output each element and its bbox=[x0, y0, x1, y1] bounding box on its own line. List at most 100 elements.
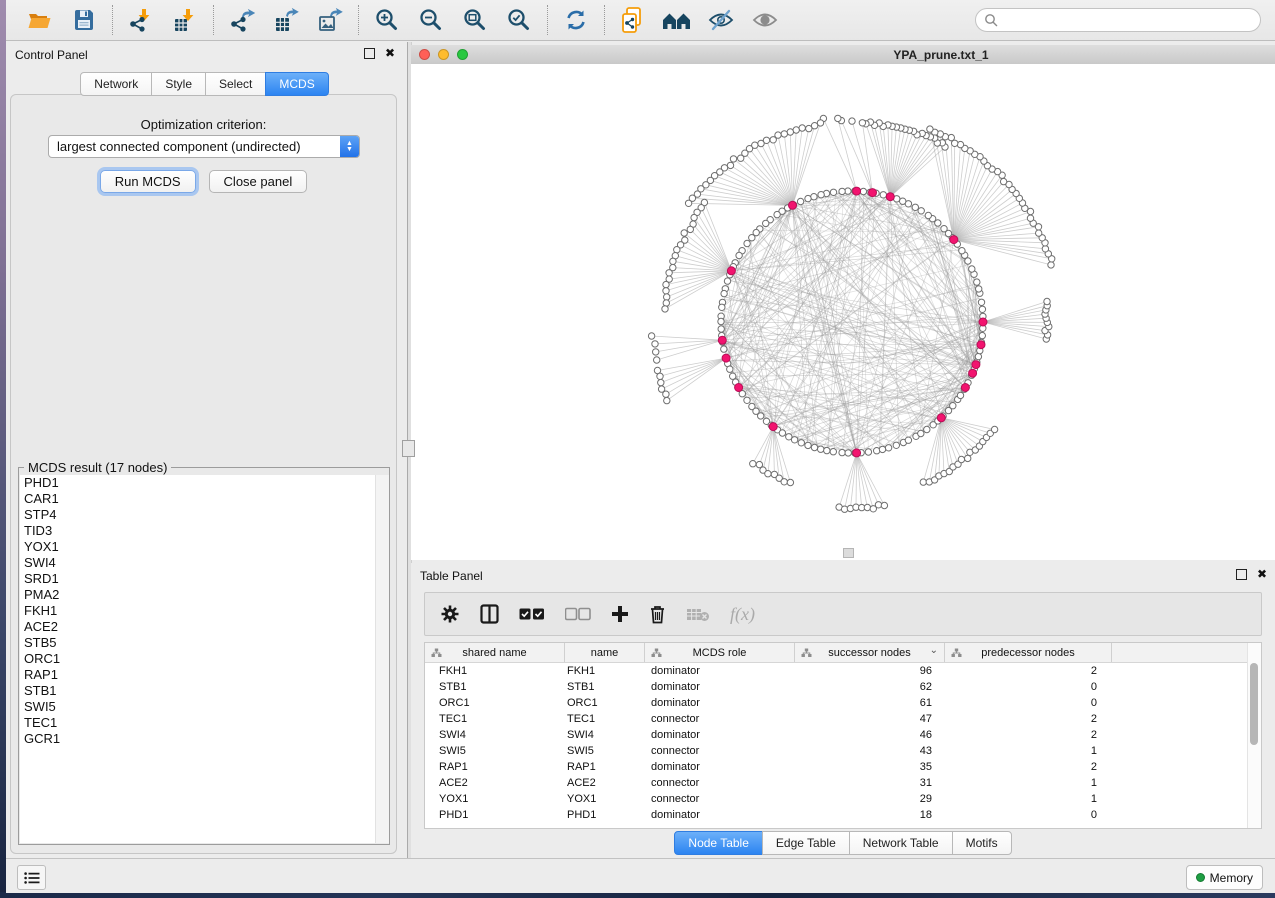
node[interactable] bbox=[925, 212, 931, 218]
tab-network[interactable]: Network bbox=[80, 72, 152, 96]
leaf-node[interactable] bbox=[806, 125, 812, 131]
mcds-result-item[interactable]: PMA2 bbox=[20, 587, 388, 603]
mcds-result-item[interactable]: CAR1 bbox=[20, 491, 388, 507]
mcds-node[interactable] bbox=[769, 423, 777, 431]
leaf-node[interactable] bbox=[658, 379, 664, 385]
table-row[interactable]: YOX1YOX1connector291 bbox=[425, 791, 1261, 807]
mcds-result-item[interactable]: ORC1 bbox=[20, 651, 388, 667]
node[interactable] bbox=[797, 198, 803, 204]
leaf-node[interactable] bbox=[864, 504, 870, 510]
leaf-node[interactable] bbox=[1042, 246, 1048, 252]
leaf-node[interactable] bbox=[691, 214, 697, 220]
node[interactable] bbox=[860, 188, 866, 194]
node[interactable] bbox=[811, 444, 817, 450]
leaf-node[interactable] bbox=[781, 479, 787, 485]
node[interactable] bbox=[744, 240, 750, 246]
node[interactable] bbox=[950, 403, 956, 409]
show-all-eye-icon[interactable] bbox=[747, 4, 783, 36]
mcds-node[interactable] bbox=[979, 318, 987, 326]
leaf-node[interactable] bbox=[730, 156, 736, 162]
node[interactable] bbox=[880, 192, 886, 198]
mcds-node[interactable] bbox=[886, 193, 894, 201]
run-mcds-button[interactable]: Run MCDS bbox=[100, 170, 196, 193]
leaf-node[interactable] bbox=[758, 140, 764, 146]
leaf-node[interactable] bbox=[681, 230, 687, 236]
leaf-node[interactable] bbox=[1044, 298, 1050, 304]
node[interactable] bbox=[724, 278, 730, 284]
mcds-result-item[interactable]: SWI5 bbox=[20, 699, 388, 715]
node[interactable] bbox=[749, 235, 755, 241]
zoom-fit-icon[interactable] bbox=[457, 4, 493, 36]
task-history-button[interactable] bbox=[17, 865, 46, 890]
node[interactable] bbox=[805, 442, 811, 448]
save-session-icon[interactable] bbox=[66, 4, 102, 36]
zoom-selected-icon[interactable] bbox=[501, 4, 537, 36]
open-ndex-icon[interactable] bbox=[615, 4, 651, 36]
leaf-node[interactable] bbox=[663, 391, 669, 397]
import-network-icon[interactable] bbox=[123, 4, 159, 36]
mcds-node[interactable] bbox=[969, 369, 977, 377]
node[interactable] bbox=[830, 189, 836, 195]
zoom-out-icon[interactable] bbox=[413, 4, 449, 36]
node[interactable] bbox=[957, 392, 963, 398]
zoom-in-icon[interactable] bbox=[369, 4, 405, 36]
leaf-node[interactable] bbox=[1048, 262, 1054, 268]
table-row[interactable]: TEC1TEC1connector472 bbox=[425, 711, 1261, 727]
mcds-node[interactable] bbox=[718, 336, 726, 344]
leaf-node[interactable] bbox=[787, 129, 793, 135]
tab-node-table[interactable]: Node Table bbox=[674, 831, 763, 855]
mcds-result-item[interactable]: PHD1 bbox=[20, 475, 388, 491]
leaf-node[interactable] bbox=[750, 461, 756, 467]
export-network-icon[interactable] bbox=[224, 4, 260, 36]
close-panel-icon[interactable]: ✖ bbox=[385, 49, 395, 58]
node[interactable] bbox=[918, 208, 924, 214]
node[interactable] bbox=[779, 430, 785, 436]
mcds-node[interactable] bbox=[961, 384, 969, 392]
leaf-node[interactable] bbox=[663, 300, 669, 306]
close-window-button[interactable] bbox=[419, 49, 430, 60]
leaf-node[interactable] bbox=[817, 120, 823, 126]
node[interactable] bbox=[839, 449, 845, 455]
mcds-result-item[interactable]: ACE2 bbox=[20, 619, 388, 635]
maximize-window-button[interactable] bbox=[457, 49, 468, 60]
mcds-result-item[interactable]: SWI4 bbox=[20, 555, 388, 571]
leaf-node[interactable] bbox=[664, 294, 670, 300]
leaf-node[interactable] bbox=[881, 502, 887, 508]
node[interactable] bbox=[718, 326, 724, 332]
first-neighbors-icon[interactable] bbox=[659, 4, 695, 36]
mcds-node[interactable] bbox=[853, 449, 861, 457]
node[interactable] bbox=[959, 248, 965, 254]
column-header-shared-name[interactable]: shared name bbox=[425, 643, 565, 662]
leaf-node[interactable] bbox=[920, 479, 926, 485]
leaf-node[interactable] bbox=[1036, 230, 1042, 236]
mcds-node[interactable] bbox=[950, 236, 958, 244]
table-row[interactable]: RAP1RAP1dominator352 bbox=[425, 759, 1261, 775]
mcds-result-item[interactable]: STB1 bbox=[20, 683, 388, 699]
mcds-node[interactable] bbox=[869, 189, 877, 197]
mcds-node[interactable] bbox=[722, 354, 730, 362]
horizontal-splitter-handle[interactable] bbox=[843, 548, 854, 558]
minimize-window-button[interactable] bbox=[438, 49, 449, 60]
search-input[interactable] bbox=[1003, 12, 1260, 28]
mcds-node[interactable] bbox=[977, 341, 985, 349]
leaf-node[interactable] bbox=[666, 270, 672, 276]
column-header-name[interactable]: name bbox=[565, 643, 645, 662]
tab-select[interactable]: Select bbox=[205, 72, 266, 96]
leaf-node[interactable] bbox=[663, 288, 669, 294]
mcds-node[interactable] bbox=[789, 201, 797, 209]
table-row[interactable]: STB1STB1dominator620 bbox=[425, 679, 1261, 695]
leaf-node[interactable] bbox=[670, 258, 676, 264]
deselect-all-icon[interactable] bbox=[565, 607, 591, 621]
node[interactable] bbox=[818, 446, 824, 452]
node[interactable] bbox=[730, 373, 736, 379]
column-header-successor-nodes[interactable]: successor nodes⌄ bbox=[795, 643, 945, 662]
delete-column-trash-icon[interactable] bbox=[649, 604, 666, 624]
node[interactable] bbox=[727, 366, 733, 372]
node[interactable] bbox=[736, 252, 742, 258]
tab-style[interactable]: Style bbox=[151, 72, 206, 96]
node[interactable] bbox=[879, 446, 885, 452]
sort-chevron-icon[interactable]: ⌄ bbox=[930, 645, 938, 656]
leaf-node[interactable] bbox=[664, 397, 670, 403]
mcds-result-item[interactable]: TID3 bbox=[20, 523, 388, 539]
tab-mcds[interactable]: MCDS bbox=[265, 72, 328, 96]
